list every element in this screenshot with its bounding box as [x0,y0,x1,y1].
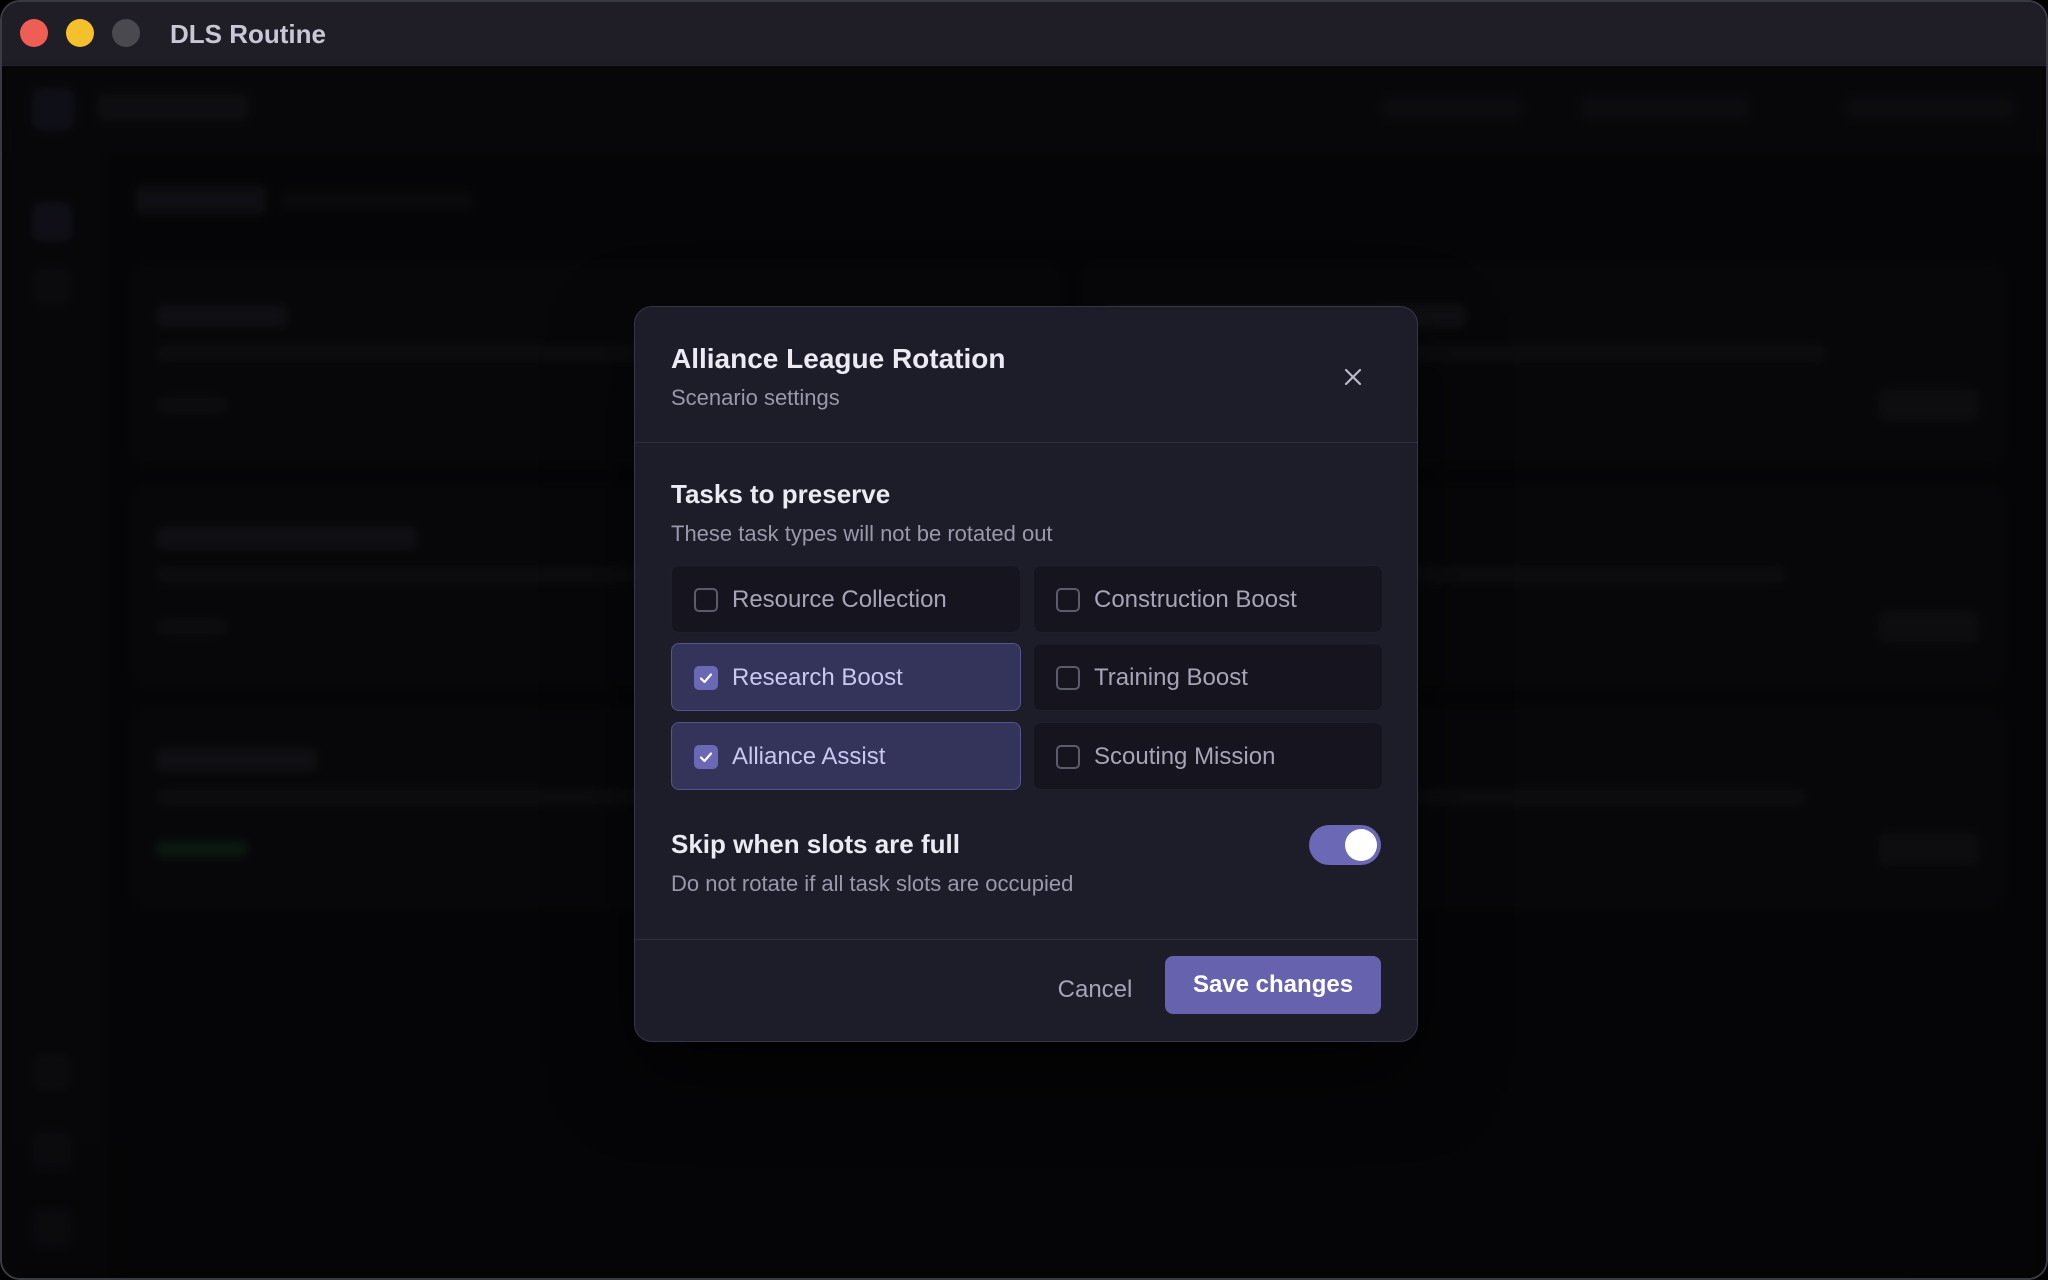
checkbox[interactable] [1056,666,1080,690]
task-option-label: Resource Collection [732,586,947,613]
toggle-knob [1345,829,1377,861]
task-option-label: Research Boost [732,664,903,691]
cancel-button[interactable]: Cancel [1035,962,1155,1018]
task-option[interactable]: Scouting Mission [1033,722,1383,790]
close-icon [1344,368,1362,386]
title-bar: DLS Routine [2,2,2046,66]
skip-setting-description: Do not rotate if all task slots are occu… [671,871,1074,896]
dialog-footer: Cancel Save changes [635,939,1417,1043]
task-option[interactable]: Alliance Assist [671,722,1021,790]
scenario-settings-dialog: Alliance League Rotation Scenario settin… [634,306,1418,1042]
task-option-label: Alliance Assist [732,743,886,770]
minimize-window-button[interactable] [66,19,94,47]
checkbox[interactable] [1056,588,1080,612]
task-option-label: Construction Boost [1094,586,1297,613]
checkbox[interactable] [694,745,718,769]
dialog-subtitle: Scenario settings [671,385,840,410]
task-option[interactable]: Construction Boost [1033,565,1383,633]
task-option[interactable]: Research Boost [671,643,1021,711]
checkbox[interactable] [694,666,718,690]
skip-setting-title: Skip when slots are full [671,829,960,859]
close-dialog-button[interactable] [1331,355,1375,399]
task-option[interactable]: Resource Collection [671,565,1021,633]
task-option-label: Training Boost [1094,664,1248,691]
section-title: Tasks to preserve [671,479,891,509]
dialog-header: Alliance League Rotation Scenario settin… [635,307,1417,443]
zoom-window-button[interactable] [112,19,140,47]
checkbox[interactable] [1056,745,1080,769]
app-window: DLS Routine Alliance League Rotation Sce… [0,0,2048,1280]
section-description: These task types will not be rotated out [671,521,1053,546]
skip-when-full-toggle[interactable] [1309,825,1381,865]
save-changes-button[interactable]: Save changes [1165,956,1381,1014]
checkbox[interactable] [694,588,718,612]
task-option[interactable]: Training Boost [1033,643,1383,711]
check-icon [699,673,713,684]
check-icon [699,752,713,763]
close-window-button[interactable] [20,19,48,47]
task-option-label: Scouting Mission [1094,743,1276,770]
dialog-title: Alliance League Rotation [671,343,1006,374]
window-title: DLS Routine [170,19,326,49]
